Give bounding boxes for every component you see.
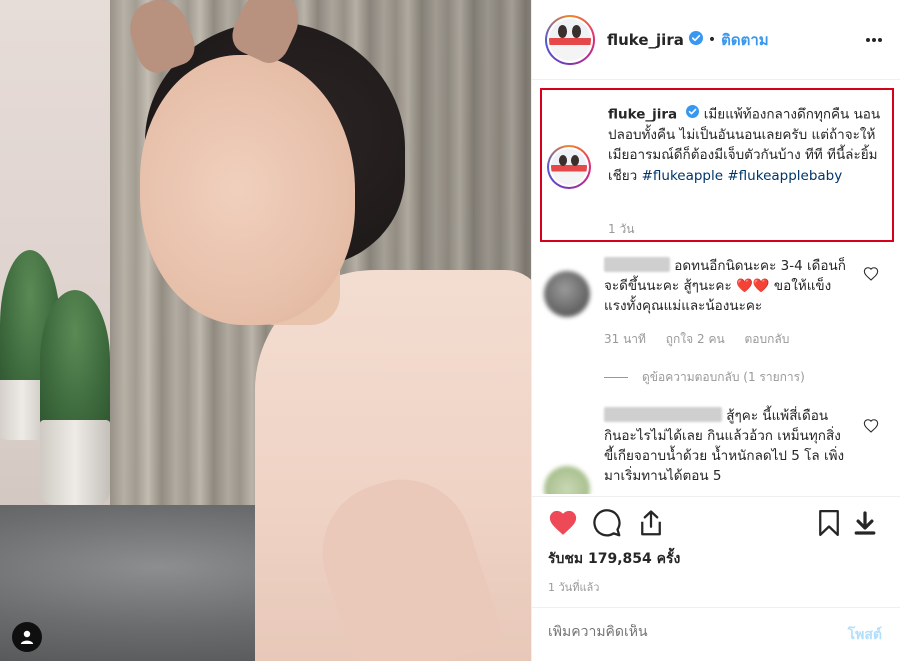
caption-avatar-photo [551,149,587,185]
caption-text-block: fluke_jira เมียแพ้ท้องกลางดึกทุกคืน นอนป… [608,104,886,186]
caption-avatar[interactable] [547,145,591,189]
caption-highlight-box: fluke_jira เมียแพ้ท้องกลางดึกทุกคืน นอนป… [540,88,894,242]
comment-meta: 31 นาที ถูกใจ 2 คน ตอบกลับ [604,330,805,349]
user-tag-button[interactable] [12,622,42,652]
more-dots-icon[interactable] [865,28,883,47]
comment-bubble-icon[interactable] [592,508,622,538]
share-upload-icon[interactable] [636,508,666,538]
plant-pot-right [40,420,110,505]
download-icon[interactable] [850,508,880,538]
comment-input-divider [532,607,900,608]
comment-item: อดทนอีกนิดนะคะ 3-4 เดือนก็จะดีขึ้นนะคะ ส… [532,256,900,386]
commenter-avatar[interactable] [544,271,590,317]
post-comment-button[interactable]: โพสต์ [848,624,882,646]
comment-likes-count[interactable]: ถูกใจ 2 คน [666,332,725,346]
view-replies-link[interactable]: ดูข้อความตอบกลับ (1 รายการ) [604,368,805,387]
separator-dot: • [707,31,717,48]
person-face [140,55,355,325]
bookmark-icon[interactable] [814,508,844,538]
reply-button[interactable]: ตอบกลับ [745,332,790,346]
add-comment-input[interactable] [548,624,818,640]
comment-like-icon[interactable] [863,418,879,434]
comment-like-icon[interactable] [863,266,879,282]
view-count[interactable]: รับชม 179,854 ครั้ง [548,548,680,570]
post-side-panel: fluke_jira • ติดตาม fluke_jira เมียแพ้ท้… [531,0,900,661]
commenter-username-blurred[interactable] [604,407,722,422]
verified-badge-icon [688,30,703,49]
caption-username[interactable]: fluke_jira [608,106,677,122]
follow-button[interactable]: ติดตาม [721,28,769,52]
comment-text-block: อดทนอีกนิดนะคะ 3-4 เดือนก็จะดีขึ้นนะคะ ส… [604,256,849,316]
heart-filled-icon[interactable] [548,508,578,538]
hashtag-link[interactable]: #flukeapplebaby [727,168,842,184]
avatar[interactable] [545,14,595,65]
comment-text-block: สู้ๆคะ นี้แพ้สี่เดือน กินอะไรไม่ได้เลย ก… [604,406,849,486]
post-media[interactable] [0,0,531,661]
comment-time: 31 นาที [604,332,646,346]
actions-divider [532,496,900,497]
avatar-photo [549,18,591,61]
commenter-avatar[interactable] [544,466,590,494]
view-replies-label: ดูข้อความตอบกลับ (1 รายการ) [642,370,805,384]
post-header: fluke_jira • ติดตาม [532,0,900,80]
commenter-username-blurred[interactable] [604,257,670,272]
hashtag-link[interactable]: #flukeapple [642,168,723,184]
post-time-ago: 1 วันที่แล้ว [548,581,600,594]
caption-timestamp: 1 วัน [608,222,635,236]
username-link[interactable]: fluke_jira [607,31,684,49]
plant-right [40,290,110,430]
verified-badge-icon [686,104,700,125]
replies-line [604,377,628,378]
user-tag-icon [20,630,34,644]
comment-item: สู้ๆคะ นี้แพ้สี่เดือน กินอะไรไม่ได้เลย ก… [532,404,900,494]
